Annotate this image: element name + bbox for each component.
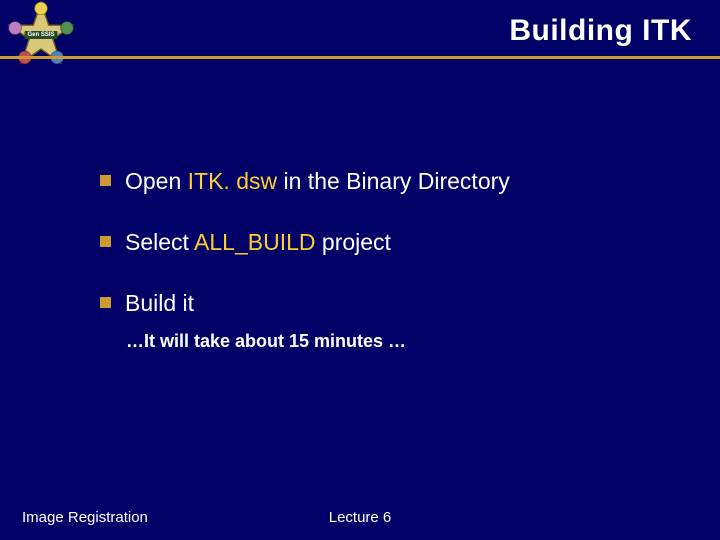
highlight: ALL_BUILD bbox=[194, 229, 315, 255]
slide-title: Building ITK bbox=[509, 14, 692, 48]
text-run: Open bbox=[125, 168, 188, 194]
bullet-icon bbox=[100, 236, 111, 247]
footer-left: Image Registration bbox=[22, 509, 148, 526]
text-run: project bbox=[316, 229, 391, 255]
bullet-icon bbox=[100, 297, 111, 308]
slide-header: Gen SSIS Building ITK bbox=[0, 0, 720, 72]
bullet-item: Select ALL_BUILD project bbox=[100, 227, 680, 258]
logo-label: Gen SSIS bbox=[24, 31, 57, 39]
footer-center: Lecture 6 bbox=[329, 509, 392, 526]
logo: Gen SSIS bbox=[6, 0, 76, 70]
bullet-item: Open ITK. dsw in the Binary Directory bbox=[100, 166, 680, 197]
text-run: in the Binary Directory bbox=[277, 168, 510, 194]
bullet-text: Select ALL_BUILD project bbox=[125, 227, 391, 258]
slide-body: Open ITK. dsw in the Binary Directory Se… bbox=[100, 166, 680, 352]
bullet-icon bbox=[100, 175, 111, 186]
highlight: ITK. dsw bbox=[188, 168, 277, 194]
text-run: Select bbox=[125, 229, 194, 255]
sub-note: …It will take about 15 minutes … bbox=[126, 331, 680, 352]
header-rule bbox=[0, 56, 720, 59]
bullet-text: Open ITK. dsw in the Binary Directory bbox=[125, 166, 510, 197]
bullet-text: Build it bbox=[125, 288, 194, 319]
bullet-item: Build it bbox=[100, 288, 680, 319]
